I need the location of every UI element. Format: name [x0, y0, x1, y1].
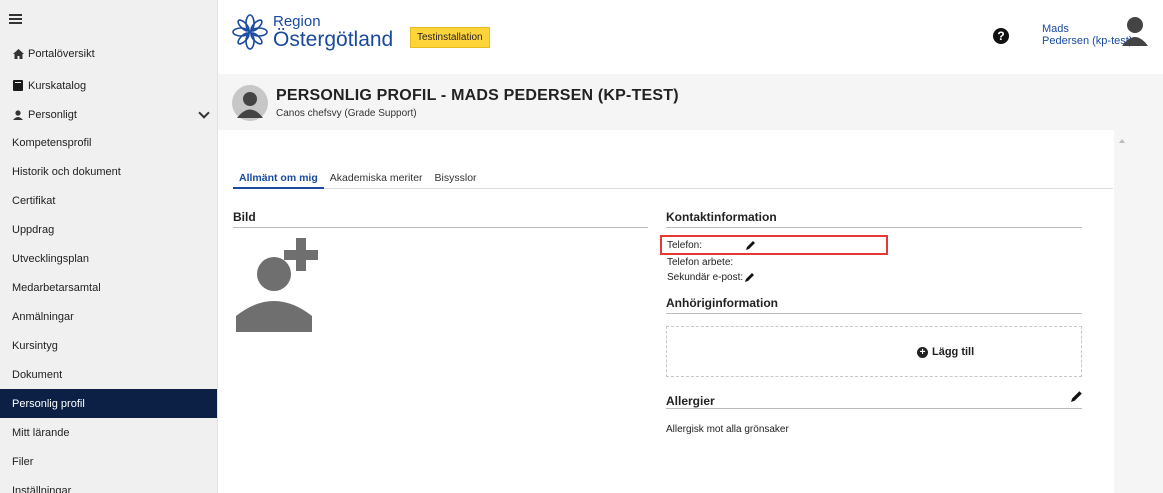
scroll-up-icon[interactable]	[1119, 139, 1125, 143]
sidebar-item-label: Anmälningar	[12, 310, 74, 323]
sidebar-item-label: Personlig profil	[12, 397, 85, 410]
sidebar-item-label: Portalöversikt	[28, 47, 95, 60]
anhorig-dropzone	[666, 326, 1082, 377]
user-last-name: Pedersen (kp-test)	[1042, 35, 1133, 47]
scrollbar[interactable]	[1114, 74, 1163, 493]
user-avatar-icon	[232, 85, 268, 121]
sidebar-item-mitt-larande[interactable]: Mitt lärande	[0, 418, 217, 447]
tab-allmant-om-mig[interactable]: Allmänt om mig	[233, 168, 324, 189]
sidebar-item-historik[interactable]: Historik och dokument	[0, 157, 217, 186]
divider	[233, 227, 648, 228]
sidebar-item-kursintyg[interactable]: Kursintyg	[0, 331, 217, 360]
sidebar-item-medarbetarsamtal[interactable]: Medarbetarsamtal	[0, 273, 217, 302]
profile-tabs: Allmänt om mig Akademiska meriter Bisyss…	[233, 168, 1113, 189]
add-anhorig-button[interactable]: + Lägg till	[917, 346, 974, 358]
user-first-name: Mads	[1042, 23, 1069, 35]
sidebar-item-label: Uppdrag	[12, 223, 55, 236]
user-avatar-icon	[1122, 17, 1148, 46]
sidebar-item-certifikat[interactable]: Certifikat	[0, 186, 217, 215]
sidebar-item-label: Mitt lärande	[12, 426, 70, 439]
edit-allergier-pencil-icon[interactable]	[1071, 390, 1083, 405]
sidebar-item-kurskatalog[interactable]: Kurskatalog	[0, 71, 217, 100]
environment-badge: Testinstallation	[410, 27, 490, 48]
sidebar-item-label: Filer	[12, 455, 34, 468]
sidebar-item-label: Historik och dokument	[12, 165, 121, 178]
divider	[666, 227, 1082, 228]
tab-bisysslor[interactable]: Bisysslor	[429, 168, 483, 189]
sidebar-item-label: Inställningar	[12, 484, 72, 493]
sidebar-item-label: Kursintyg	[12, 339, 58, 352]
profile-avatar	[232, 85, 268, 124]
sidebar-item-label: Utvecklingsplan	[12, 252, 90, 265]
sidebar-item-label: Certifikat	[12, 194, 56, 207]
sekundar-epost-label: Sekundär e-post:	[667, 272, 744, 283]
book-icon	[12, 80, 24, 92]
plus-circle-icon: +	[917, 346, 928, 358]
edit-telefon-pencil-icon[interactable]	[746, 239, 756, 251]
sidebar-item-label: Medarbetarsamtal	[12, 281, 101, 294]
region-logo[interactable]: Region Östergötland	[232, 14, 393, 50]
sidebar-item-installningar[interactable]: Inställningar	[0, 476, 217, 493]
allergier-heading: Allergier	[666, 394, 715, 408]
sidebar-item-label: Dokument	[12, 368, 63, 381]
top-header: Region Östergötland Testinstallation ? M…	[218, 0, 1163, 74]
user-icon	[12, 109, 24, 121]
sidebar-item-label: Personligt	[28, 108, 77, 121]
page-subtitle: Canos chefsvy (Grade Support)	[276, 108, 417, 119]
sidebar: Portalöversikt Kurskatalog Personligt Ko…	[0, 0, 218, 493]
sidebar-item-portaloversikt[interactable]: Portalöversikt	[0, 39, 217, 68]
sidebar-item-personlig-profil[interactable]: Personlig profil	[0, 389, 217, 418]
sidebar-item-filer[interactable]: Filer	[0, 447, 217, 476]
sidebar-item-label: Kurskatalog	[28, 79, 87, 92]
sidebar-item-label: Kompetensprofil	[12, 136, 92, 149]
help-icon[interactable]: ?	[993, 28, 1009, 44]
edit-epost-pencil-icon[interactable]	[745, 271, 755, 283]
divider	[666, 313, 1082, 314]
divider	[666, 408, 1082, 409]
sidebar-item-utvecklingsplan[interactable]: Utvecklingsplan	[0, 244, 217, 273]
sidebar-item-dokument[interactable]: Dokument	[0, 360, 217, 389]
allergier-text: Allergisk mot alla grönsaker	[666, 424, 789, 435]
kontakt-heading: Kontaktinformation	[666, 210, 777, 224]
menu-icon[interactable]	[9, 14, 22, 24]
sidebar-item-kompetensprofil[interactable]: Kompetensprofil	[0, 128, 217, 157]
anhorig-heading: Anhöriginformation	[666, 296, 778, 310]
telefon-arbete-label: Telefon arbete:	[667, 257, 734, 268]
logo-line1: Region	[273, 13, 321, 30]
bild-heading: Bild	[233, 210, 256, 224]
sidebar-item-personligt[interactable]: Personligt	[0, 100, 217, 129]
page-title: PERSONLIG PROFIL - MADS PEDERSEN (KP-TES…	[276, 87, 679, 104]
sidebar-item-anmalningar[interactable]: Anmälningar	[0, 302, 217, 331]
logo-line2: Östergötland	[273, 28, 394, 51]
telefon-label: Telefon:	[667, 240, 703, 251]
avatar[interactable]	[1122, 16, 1148, 49]
home-icon	[12, 48, 24, 60]
add-photo-icon[interactable]	[236, 238, 328, 335]
add-label: Lägg till	[932, 346, 975, 358]
flower-logo-icon	[232, 14, 268, 50]
chevron-down-icon	[198, 107, 210, 119]
sidebar-item-uppdrag[interactable]: Uppdrag	[0, 215, 217, 244]
tab-akademiska-meriter[interactable]: Akademiska meriter	[324, 168, 429, 189]
user-menu[interactable]: Mads Pedersen (kp-test)	[1042, 23, 1132, 47]
